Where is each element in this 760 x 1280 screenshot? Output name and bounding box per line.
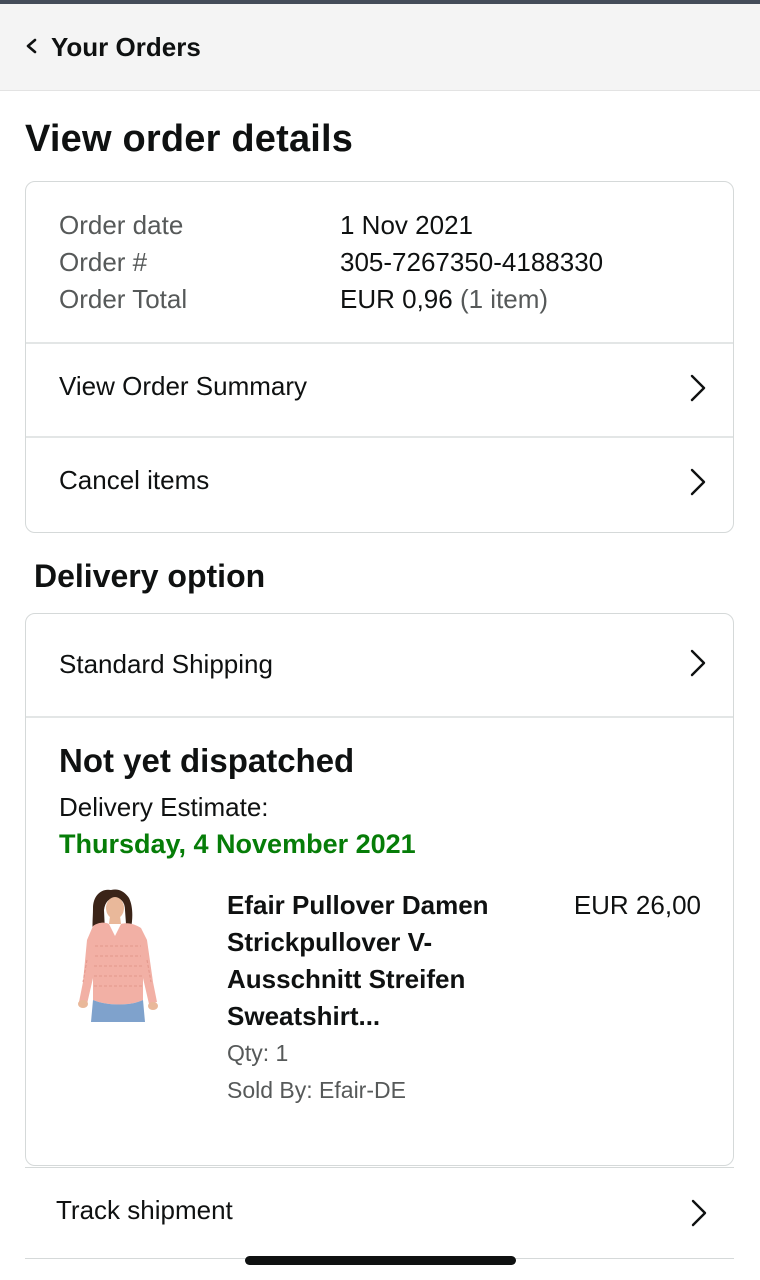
- view-order-summary-row[interactable]: View Order Summary: [26, 343, 733, 436]
- cancel-items-row[interactable]: Cancel items: [26, 437, 733, 532]
- delivery-card: Standard Shipping Not yet dispatched Del…: [25, 613, 734, 1166]
- product-title-link[interactable]: Efair Pullover Damen Strickpullover V- A…: [227, 887, 527, 1035]
- cancel-items-label: Cancel items: [59, 465, 210, 495]
- order-total-value: EUR 0,96: [340, 284, 453, 314]
- product-title-line: Strickpullover V-: [227, 927, 433, 957]
- chevron-left-icon[interactable]: [22, 36, 42, 56]
- chevron-right-icon: [690, 649, 706, 677]
- chevron-right-icon: [690, 374, 706, 402]
- product-title-line: Ausschnitt Streifen: [227, 964, 466, 994]
- product-price: EUR 26,00: [573, 890, 701, 920]
- shipping-method-label: Standard Shipping: [59, 649, 273, 679]
- order-total-value-group: EUR 0,96 (1 item): [340, 284, 548, 315]
- track-shipment-label: Track shipment: [56, 1195, 233, 1225]
- order-total-label: Order Total: [59, 284, 188, 314]
- delivery-option-heading: Delivery option: [34, 558, 266, 594]
- order-number-value: 305-7267350-4188330: [340, 247, 604, 277]
- order-number-label: Order #: [59, 247, 148, 277]
- delivery-estimate-date: Thursday, 4 November 2021: [59, 829, 416, 859]
- page-title: View order details: [25, 118, 354, 160]
- home-indicator[interactable]: [245, 1256, 516, 1265]
- order-date-label: Order date: [59, 210, 184, 240]
- view-order-summary-label: View Order Summary: [59, 371, 308, 401]
- chevron-right-icon: [690, 468, 706, 496]
- order-info-card: Order date 1 Nov 2021 Order # 305-726735…: [25, 181, 734, 533]
- shipment-status: Not yet dispatched: [59, 742, 355, 779]
- divider: [26, 716, 733, 718]
- chevron-right-icon: [691, 1199, 707, 1227]
- product-title-line: Efair Pullover Damen: [227, 890, 489, 920]
- product-quantity: Qty: 1: [227, 1040, 289, 1066]
- track-shipment-row[interactable]: Track shipment: [25, 1167, 734, 1259]
- product-seller: Sold By: Efair-DE: [227, 1077, 406, 1103]
- top-nav-bar: Your Orders: [0, 4, 760, 91]
- standard-shipping-row[interactable]: Standard Shipping: [26, 614, 733, 716]
- delivery-estimate-label: Delivery Estimate:: [59, 792, 269, 822]
- order-date-value: 1 Nov 2021: [340, 210, 473, 240]
- back-to-your-orders-link[interactable]: Your Orders: [51, 32, 201, 63]
- order-item-count: (1 item): [459, 284, 549, 314]
- product-image[interactable]: [71, 882, 181, 1027]
- product-title-line: Sweatshirt...: [227, 1001, 381, 1031]
